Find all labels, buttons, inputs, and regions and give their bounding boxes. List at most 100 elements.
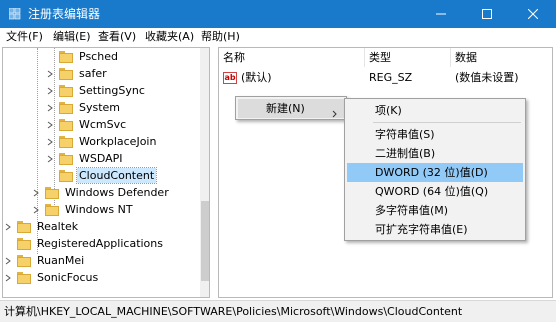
- tree-item[interactable]: WSDAPI: [45, 150, 125, 167]
- folder-icon: [59, 118, 73, 131]
- tree-item-label: CloudContent: [75, 167, 158, 184]
- tree-item[interactable]: RuanMei: [3, 252, 86, 269]
- column-header-name[interactable]: 名称: [219, 48, 365, 67]
- registry-editor-icon: [8, 7, 22, 20]
- folder-icon: [59, 84, 73, 97]
- expand-chevron-icon[interactable]: [45, 150, 55, 167]
- tree-item[interactable]: System: [45, 99, 122, 116]
- menu-favorites[interactable]: 收藏夹(A): [145, 30, 194, 44]
- expand-chevron-icon[interactable]: [45, 99, 55, 116]
- expand-chevron-icon[interactable]: [45, 82, 55, 99]
- folder-icon: [59, 67, 73, 80]
- tree-item-label: safer: [79, 67, 107, 80]
- tree-item[interactable]: Windows Defender: [31, 184, 171, 201]
- menu-bar: 文件(F) 编辑(E) 查看(V) 收藏夹(A) 帮助(H): [0, 28, 556, 46]
- maximize-button[interactable]: [464, 0, 510, 28]
- submenu-arrow-icon: [332, 105, 337, 124]
- value-type: REG_SZ: [369, 71, 413, 84]
- tree-item-label: RuanMei: [37, 254, 85, 267]
- tree-item[interactable]: SonicFocus: [3, 269, 100, 286]
- menu-item-label: 二进制值(B): [375, 147, 436, 160]
- value-name: (默认): [241, 71, 272, 84]
- new-submenu: 项(K) 字符串值(S) 二进制值(B) DWORD (32 位)值(D) QW…: [344, 98, 526, 241]
- folder-icon: [17, 254, 31, 267]
- column-header-data[interactable]: 数据: [451, 48, 552, 67]
- tree-item[interactable]: RegisteredApplications: [3, 235, 165, 252]
- close-icon: [528, 9, 538, 19]
- column-header-type[interactable]: 类型: [365, 48, 451, 67]
- expand-chevron-icon[interactable]: [45, 133, 55, 150]
- expand-chevron-icon[interactable]: [3, 269, 13, 286]
- folder-icon: [45, 203, 59, 216]
- window-title: 注册表编辑器: [28, 7, 101, 21]
- tree-item[interactable]: Windows NT: [31, 201, 135, 218]
- menu-item-label: 多字符串值(M): [375, 204, 449, 217]
- tree-item-label: WcmSvc: [79, 118, 127, 131]
- folder-icon: [59, 101, 73, 114]
- folder-icon: [59, 135, 73, 148]
- menu-item-dword-value[interactable]: DWORD (32 位)值(D): [347, 163, 523, 182]
- menu-item-label: 可扩充字符串值(E): [375, 223, 468, 236]
- menu-item-label: QWORD (64 位)值(Q): [375, 185, 489, 198]
- expand-chevron-icon[interactable]: [45, 65, 55, 82]
- context-menu: 新建(N): [235, 96, 347, 120]
- menu-file[interactable]: 文件(F): [6, 30, 43, 44]
- expand-chevron-icon[interactable]: [31, 184, 41, 201]
- tree-item[interactable]: Realtek: [3, 218, 80, 235]
- tree-item[interactable]: WorkplaceJoin: [45, 133, 158, 150]
- menu-item-new[interactable]: 新建(N): [238, 99, 344, 118]
- menu-item-key[interactable]: 项(K): [347, 101, 523, 120]
- folder-icon: [17, 237, 31, 250]
- registry-path: 计算机\HKEY_LOCAL_MACHINE\SOFTWARE\Policies…: [4, 305, 463, 318]
- minimize-icon: [436, 13, 446, 15]
- value-row[interactable]: ab (默认) REG_SZ (数值未设置): [219, 69, 552, 87]
- status-bar: 计算机\HKEY_LOCAL_MACHINE\SOFTWARE\Policies…: [0, 300, 556, 322]
- tree-item-label: WSDAPI: [79, 152, 123, 165]
- tree-scrollbar[interactable]: [200, 48, 209, 297]
- folder-icon: [45, 186, 59, 199]
- string-value-icon: ab: [223, 72, 237, 84]
- registry-tree[interactable]: Psched safer SettingSync System WcmSvc W…: [2, 47, 210, 298]
- tree-item-label: RegisteredApplications: [37, 237, 163, 250]
- menu-item-expandable-string-value[interactable]: 可扩充字符串值(E): [347, 220, 523, 239]
- folder-icon: [17, 220, 31, 233]
- minimize-button[interactable]: [418, 0, 464, 28]
- expand-chevron-icon[interactable]: [3, 218, 13, 235]
- tree-item[interactable]: safer: [45, 65, 109, 82]
- expand-chevron-icon[interactable]: [31, 201, 41, 218]
- menu-separator: [373, 122, 521, 123]
- tree-item-label: System: [79, 101, 121, 114]
- folder-icon: [59, 169, 73, 182]
- menu-item-label: 字符串值(S): [375, 128, 435, 141]
- expand-chevron-icon[interactable]: [45, 116, 55, 133]
- tree-item-label: WorkplaceJoin: [79, 135, 157, 148]
- folder-icon: [59, 50, 73, 63]
- tree-item[interactable]: SettingSync: [45, 82, 147, 99]
- title-bar[interactable]: 注册表编辑器: [0, 0, 556, 28]
- expand-chevron-icon[interactable]: [3, 252, 13, 269]
- menu-view[interactable]: 查看(V): [98, 30, 136, 44]
- menu-item-binary-value[interactable]: 二进制值(B): [347, 144, 523, 163]
- menu-item-multi-string-value[interactable]: 多字符串值(M): [347, 201, 523, 220]
- menu-item-string-value[interactable]: 字符串值(S): [347, 125, 523, 144]
- tree-item-label: Realtek: [37, 220, 79, 233]
- tree-item-label: SettingSync: [79, 84, 145, 97]
- menu-item-key-label: 项(K): [375, 104, 402, 117]
- tree-scrollbar-thumb[interactable]: [201, 201, 209, 281]
- menu-item-new-label: 新建(N): [266, 102, 305, 115]
- folder-icon: [17, 271, 31, 284]
- maximize-icon: [482, 9, 492, 19]
- tree-item-label: SonicFocus: [37, 271, 99, 284]
- menu-help[interactable]: 帮助(H): [201, 30, 240, 44]
- tree-item[interactable]: Psched: [45, 48, 120, 65]
- tree-item-label: Psched: [79, 50, 118, 63]
- menu-edit[interactable]: 编辑(E): [53, 30, 91, 44]
- value-data: (数值未设置): [455, 71, 519, 84]
- close-button[interactable]: [510, 0, 556, 28]
- tree-item[interactable]: WcmSvc: [45, 116, 128, 133]
- tree-item-label: Windows NT: [65, 203, 133, 216]
- menu-item-qword-value[interactable]: QWORD (64 位)值(Q): [347, 182, 523, 201]
- menu-item-label: DWORD (32 位)值(D): [375, 166, 488, 179]
- folder-icon: [59, 152, 73, 165]
- tree-item-selected[interactable]: CloudContent: [45, 167, 158, 184]
